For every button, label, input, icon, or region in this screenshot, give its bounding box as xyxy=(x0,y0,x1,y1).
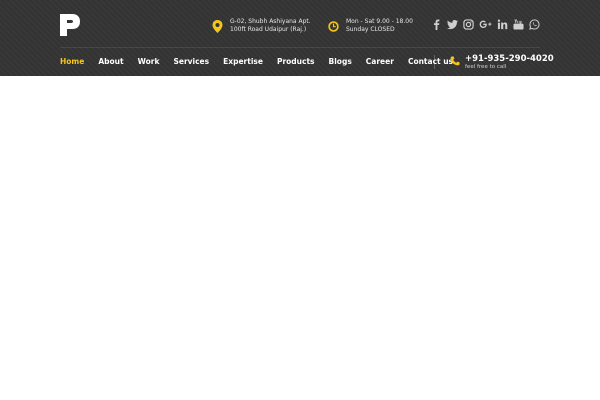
nav-item-expertise[interactable]: Expertise xyxy=(223,57,263,67)
youtube-icon[interactable] xyxy=(513,19,524,30)
main-nav: Home About Work Services Expertise Produ… xyxy=(60,57,467,67)
whatsapp-icon[interactable] xyxy=(529,19,540,30)
address-line-2: 100ft Road Udaipur (Raj.) xyxy=(230,26,307,33)
nav-separator xyxy=(434,55,435,69)
page-content xyxy=(0,76,600,400)
nav-item-services[interactable]: Services xyxy=(173,57,209,67)
address-info: G-02, Shubh Ashiyana Apt. 100ft Road Uda… xyxy=(212,18,311,34)
clock-icon xyxy=(328,21,339,32)
address-line-1: G-02, Shubh Ashiyana Apt. xyxy=(230,18,311,25)
nav-item-products[interactable]: Products xyxy=(277,57,315,67)
nav-item-contact-us[interactable]: Contact us xyxy=(408,57,453,67)
phone-icon xyxy=(450,56,460,66)
nav-item-about[interactable]: About xyxy=(98,57,123,67)
nav-item-career[interactable]: Career xyxy=(366,57,394,67)
call-block[interactable]: +91-935-290-4020 feel free to call xyxy=(450,54,554,71)
hours-line-2: Sunday CLOSED xyxy=(346,26,395,33)
twitter-icon[interactable] xyxy=(447,19,458,30)
hours-line-1: Mon - Sat 9.00 - 18.00 xyxy=(346,18,413,25)
call-subtitle: feel free to call xyxy=(465,64,507,70)
site-header: G-02, Shubh Ashiyana Apt. 100ft Road Uda… xyxy=(0,0,600,76)
facebook-icon[interactable] xyxy=(431,19,442,30)
logo[interactable] xyxy=(60,14,80,36)
phone-number[interactable]: +91-935-290-4020 xyxy=(465,54,554,64)
nav-item-home[interactable]: Home xyxy=(60,57,84,67)
hours-info: Mon - Sat 9.00 - 18.00 Sunday CLOSED xyxy=(328,18,413,34)
p-letter-logo xyxy=(60,14,80,36)
social-links xyxy=(431,19,540,30)
instagram-icon[interactable] xyxy=(463,19,474,30)
nav-item-work[interactable]: Work xyxy=(138,57,160,67)
header-divider xyxy=(60,47,540,48)
nav-item-blogs[interactable]: Blogs xyxy=(329,57,352,67)
linkedin-icon[interactable] xyxy=(497,19,508,30)
google-plus-icon[interactable] xyxy=(479,19,492,30)
map-pin-icon xyxy=(212,20,223,33)
